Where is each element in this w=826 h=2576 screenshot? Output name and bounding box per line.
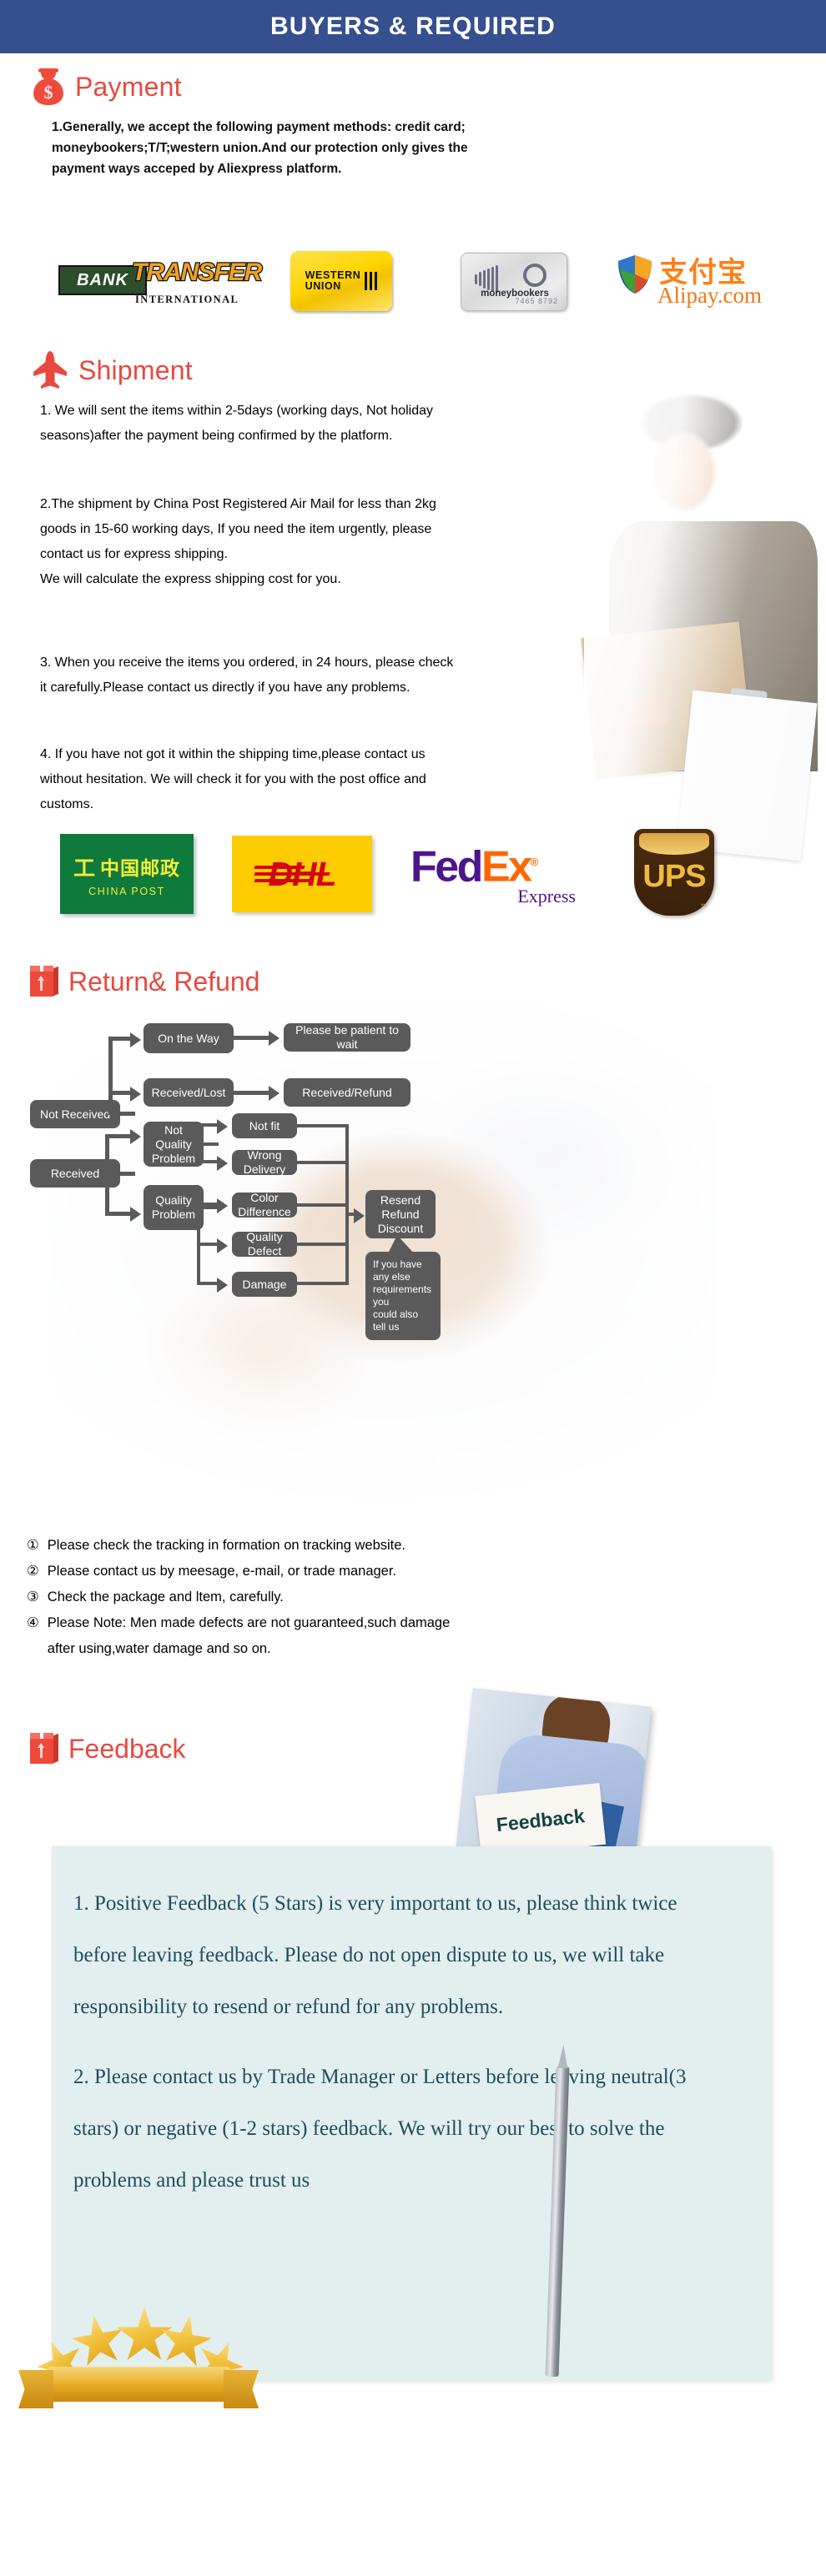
flow-node-not-received: Not Received xyxy=(30,1100,120,1128)
flow-node-resend-refund-discount: Resend Refund Discount xyxy=(365,1190,436,1238)
flow-node-received-lost: Received/Lost xyxy=(144,1078,234,1107)
note-number: ① xyxy=(27,1538,39,1553)
page-banner: BUYERS & REQUIRED xyxy=(0,0,826,53)
flow-node-damage: Damage xyxy=(232,1272,297,1297)
list-item: ③ Check the package and ltem, carefully. xyxy=(27,1584,803,1610)
flow-callout-extra-requirements: If you have any else requirements you co… xyxy=(365,1235,441,1340)
dhl-logo: DHL xyxy=(232,836,372,912)
flow-node-quality-problem: Quality Problem xyxy=(144,1185,204,1230)
airplane-icon xyxy=(32,350,68,390)
list-item: ④ Please Note: Men made defects are not … xyxy=(27,1610,803,1662)
money-bag-icon: $ xyxy=(32,68,65,105)
return-section-heading: Return& Refund xyxy=(30,966,259,997)
fedex-fed-label: Fed xyxy=(410,842,483,891)
china-post-en-label: CHINA POST xyxy=(88,885,165,897)
moneybookers-logo: moneybookers 7465 8792 xyxy=(461,253,567,311)
bank-transfer-line2: TRANSFER xyxy=(131,258,264,288)
note-text: Check the package and ltem, carefully. xyxy=(47,1589,284,1604)
china-post-mark-icon: 工 xyxy=(73,856,95,881)
bank-transfer-line1: BANK xyxy=(77,270,128,289)
feedback-paragraph-1: 1. Positive Feedback (5 Stars) is very i… xyxy=(73,1892,677,2018)
flow-node-not-fit: Not fit xyxy=(232,1113,297,1138)
fedex-ex-label: Ex xyxy=(481,842,532,891)
alipay-logo: 支付宝 Alipay.com xyxy=(617,249,784,313)
return-notes-list: ① Please check the tracking in formation… xyxy=(27,1533,803,1662)
moneybookers-number: 7465 8792 xyxy=(515,297,558,305)
payment-heading-label: Payment xyxy=(75,71,182,102)
feedback-paragraph-2: 2. Please contact us by Trade Manager or… xyxy=(73,2066,687,2192)
note-text: Please Note: Men made defects are not gu… xyxy=(47,1615,451,1656)
alipay-en-label: Alipay.com xyxy=(657,283,762,308)
ups-tm-icon: ™ xyxy=(700,902,708,911)
ups-label: UPS xyxy=(642,858,706,894)
dhl-speedlines-icon xyxy=(254,865,413,887)
flow-node-not-quality-problem: Not Quality Problem xyxy=(144,1122,204,1167)
feedback-text-block: 1. Positive Feedback (5 Stars) is very i… xyxy=(73,1878,733,2207)
list-item: ① Please check the tracking in formation… xyxy=(27,1533,803,1559)
feedback-heading-label: Feedback xyxy=(68,1733,186,1764)
feedback-photo-card-label: Feedback xyxy=(495,1804,586,1835)
feedback-section-heading: Feedback xyxy=(30,1733,186,1765)
note-number: ③ xyxy=(27,1589,39,1604)
fedex-logo: FedEx® Express xyxy=(410,841,586,912)
moneybookers-ring-icon xyxy=(523,264,546,287)
shipment-paragraph-3: 3. When you receive the items you ordere… xyxy=(40,655,454,695)
fedex-express-label: Express xyxy=(517,886,576,906)
payment-logos-row: BANK TRANSFER INTERNATIONAL WESTERN UNIO… xyxy=(0,246,826,321)
flow-node-please-wait: Please be patient to wait xyxy=(284,1023,410,1052)
shipment-paragraph-2: 2.The shipment by China Post Registered … xyxy=(40,497,436,586)
fedex-registered-icon: ® xyxy=(530,856,539,868)
return-flowchart: Not Received On the Way Please be patien… xyxy=(0,1013,826,1514)
page-title: BUYERS & REQUIRED xyxy=(269,13,557,40)
note-number: ④ xyxy=(27,1615,39,1630)
bank-transfer-logo: BANK TRANSFER INTERNATIONAL xyxy=(58,257,264,309)
note-text: Please check the tracking in formation o… xyxy=(47,1538,406,1553)
flow-node-quality-defect: Quality Defect xyxy=(232,1230,297,1258)
flow-node-color-difference: Color Difference xyxy=(232,1191,297,1218)
alipay-shield-icon xyxy=(618,255,652,294)
stars-ribbon-decoration xyxy=(32,2303,257,2428)
courier-logos-row: 工 中国邮政 CHINA POST DHL FedEx® Express UP xyxy=(0,826,826,917)
shipment-section-heading: Shipment xyxy=(32,350,193,390)
western-union-logo: WESTERN UNION xyxy=(290,251,392,311)
china-post-logo: 工 中国邮政 CHINA POST xyxy=(60,834,194,914)
china-post-cn-label: 中国邮政 xyxy=(100,858,180,880)
page-root: BUYERS & REQUIRED $ Payment 1.Generally,… xyxy=(0,0,826,2576)
feedback-box-icon xyxy=(30,1733,58,1765)
flow-node-received-refund: Received/Refund xyxy=(284,1078,410,1107)
western-union-line2: UNION xyxy=(305,280,341,292)
return-box-icon xyxy=(30,966,58,997)
flow-node-on-the-way: On the Way xyxy=(144,1023,234,1053)
flow-node-wrong-delivery: Wrong Delivery xyxy=(232,1148,297,1176)
shipment-paragraph-4: 4. If you have not got it within the shi… xyxy=(40,747,426,811)
payment-section-heading: $ Payment xyxy=(32,68,182,105)
ups-logo: UPS ™ xyxy=(634,829,714,916)
payment-body-text: 1.Generally, we accept the following pay… xyxy=(52,120,468,176)
return-heading-label: Return& Refund xyxy=(68,966,260,997)
bank-transfer-line3: INTERNATIONAL xyxy=(135,294,239,305)
list-item: ② Please contact us by meesage, e-mail, … xyxy=(27,1559,803,1584)
shipment-heading-label: Shipment xyxy=(78,354,193,385)
note-number: ② xyxy=(27,1564,39,1579)
shipment-paragraph-1: 1. We will sent the items within 2-5days… xyxy=(40,404,434,443)
western-union-bars-icon xyxy=(365,272,378,290)
note-text: Please contact us by meesage, e-mail, or… xyxy=(47,1564,397,1579)
